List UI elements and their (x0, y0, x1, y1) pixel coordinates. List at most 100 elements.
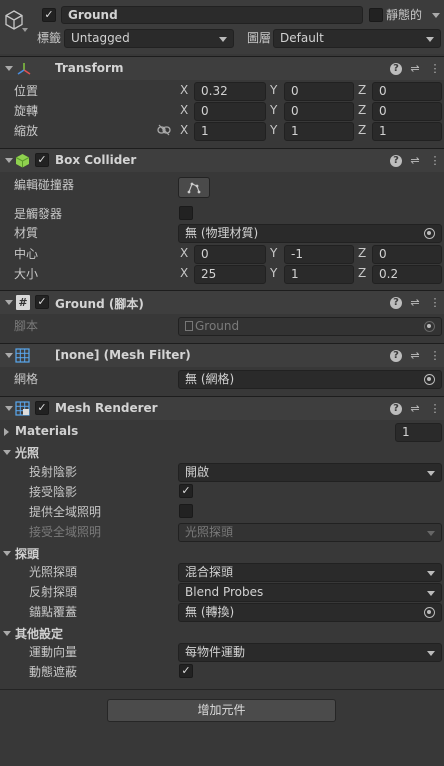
position-y-axis[interactable]: Y (270, 83, 277, 97)
position-x-field[interactable]: 0.32 (194, 82, 266, 101)
tag-dropdown[interactable]: Untagged (64, 29, 234, 48)
box-collider-enabled-checkbox[interactable]: ✓ (35, 153, 49, 167)
scale-z-field[interactable]: 1 (372, 122, 442, 141)
object-picker-icon[interactable] (424, 607, 435, 618)
collapse-icon[interactable] (5, 66, 13, 71)
link-icon[interactable] (157, 124, 171, 136)
materials-count-field[interactable]: 1 (395, 423, 442, 442)
rotation-x-field[interactable]: 0 (194, 102, 266, 121)
collapse-icon[interactable] (5, 406, 13, 411)
mesh-renderer-header[interactable]: ✓ Mesh Renderer ? ⇌ ⋮ (0, 396, 444, 420)
help-icon[interactable]: ? (390, 350, 402, 362)
center-y-axis[interactable]: Y (270, 246, 277, 260)
context-menu-icon[interactable]: ⋮ (428, 154, 442, 168)
box-collider-header[interactable]: ✓ Box Collider ? ⇌ ⋮ (0, 148, 444, 172)
rotation-x-axis[interactable]: X (180, 103, 188, 117)
help-icon[interactable]: ? (390, 63, 402, 75)
scale-x-axis[interactable]: X (180, 123, 188, 137)
static-checkbox[interactable] (369, 8, 383, 22)
scale-y-axis[interactable]: Y (270, 123, 277, 137)
position-y-field[interactable]: 0 (284, 82, 354, 101)
center-label: 中心 (14, 247, 39, 261)
add-component-button[interactable]: 增加元件 (107, 699, 336, 722)
material-field[interactable]: 無 (物理材質) (178, 224, 442, 243)
center-z-axis[interactable]: Z (358, 246, 366, 260)
dynamic-occlusion-checkbox[interactable]: ✓ (179, 664, 193, 678)
preset-icon[interactable]: ⇌ (408, 154, 422, 168)
scale-y-field[interactable]: 1 (284, 122, 354, 141)
center-x-axis[interactable]: X (180, 246, 188, 260)
scale-x-field[interactable]: 1 (194, 122, 266, 141)
center-z-field[interactable]: 0 (372, 245, 442, 264)
mesh-renderer-enabled-checkbox[interactable]: ✓ (35, 401, 49, 415)
context-menu-icon[interactable]: ⋮ (428, 62, 442, 76)
context-menu-icon[interactable]: ⋮ (428, 402, 442, 416)
additional-settings-collapse-icon[interactable] (3, 631, 11, 636)
materials-label[interactable]: Materials (15, 424, 78, 438)
transform-title: Transform (55, 61, 124, 75)
collapse-icon[interactable] (5, 300, 13, 305)
chevron-down-icon (427, 571, 435, 576)
contribute-gi-checkbox[interactable] (179, 504, 193, 518)
edit-collider-button[interactable] (178, 177, 210, 198)
help-icon[interactable]: ? (390, 403, 402, 415)
probes-collapse-icon[interactable] (3, 551, 11, 556)
gameobject-name-input[interactable]: Ground (61, 6, 363, 24)
light-probes-dropdown[interactable]: 混合探頭 (178, 563, 442, 582)
cast-shadows-label: 投射陰影 (29, 465, 78, 479)
size-x-axis[interactable]: X (180, 266, 188, 280)
mesh-field[interactable]: 無 (網格) (178, 370, 442, 389)
anchor-override-field[interactable]: 無 (轉換) (178, 603, 442, 622)
help-icon[interactable]: ? (390, 297, 402, 309)
lighting-collapse-icon[interactable] (3, 450, 11, 455)
lighting-title[interactable]: 光照 (15, 444, 39, 461)
preset-icon[interactable]: ⇌ (408, 402, 422, 416)
script-file-icon (185, 321, 193, 331)
rotation-y-axis[interactable]: Y (270, 103, 277, 117)
transform-header[interactable]: Transform ? ⇌ ⋮ (0, 56, 444, 80)
gameobject-active-checkbox[interactable]: ✓ (42, 8, 56, 22)
size-z-field[interactable]: 0.2 (372, 265, 442, 284)
size-x-field[interactable]: 25 (194, 265, 266, 284)
size-z-axis[interactable]: Z (358, 266, 366, 280)
position-z-axis[interactable]: Z (358, 83, 366, 97)
additional-settings-title[interactable]: 其他設定 (15, 625, 63, 642)
receive-shadows-checkbox[interactable]: ✓ (179, 484, 193, 498)
gameobject-icon-dropdown-icon[interactable] (22, 28, 28, 32)
center-y-field[interactable]: -1 (284, 245, 354, 264)
motion-vectors-dropdown[interactable]: 每物件運動 (178, 643, 442, 662)
position-z-field[interactable]: 0 (372, 82, 442, 101)
chevron-down-icon (427, 471, 435, 476)
scale-z-axis[interactable]: Z (358, 123, 366, 137)
scale-label: 縮放 (14, 124, 39, 138)
size-y-axis[interactable]: Y (270, 266, 277, 280)
is-trigger-checkbox[interactable] (179, 206, 193, 220)
preset-icon[interactable]: ⇌ (408, 296, 422, 310)
context-menu-icon[interactable]: ⋮ (428, 349, 442, 363)
reflection-probes-dropdown[interactable]: Blend Probes (178, 583, 442, 602)
rotation-z-field[interactable]: 0 (372, 102, 442, 121)
probes-title[interactable]: 探頭 (15, 545, 39, 562)
center-x-field[interactable]: 0 (194, 245, 266, 264)
cast-shadows-dropdown[interactable]: 開啟 (178, 463, 442, 482)
help-icon[interactable]: ? (390, 155, 402, 167)
box-collider-icon (15, 154, 30, 168)
rotation-y-field[interactable]: 0 (284, 102, 354, 121)
position-x-axis[interactable]: X (180, 83, 188, 97)
script-enabled-checkbox[interactable]: ✓ (35, 295, 49, 309)
context-menu-icon[interactable]: ⋮ (428, 296, 442, 310)
layer-dropdown[interactable]: Default (273, 29, 441, 48)
size-y-field[interactable]: 1 (284, 265, 354, 284)
mesh-filter-header[interactable]: [none] (Mesh Filter) ? ⇌ ⋮ (0, 343, 444, 367)
object-picker-icon[interactable] (424, 228, 435, 239)
preset-icon[interactable]: ⇌ (408, 349, 422, 363)
receive-gi-dropdown: 光照探頭 (178, 523, 442, 542)
script-header[interactable]: # ✓ Ground (腳本) ? ⇌ ⋮ (0, 290, 444, 314)
materials-expand-icon[interactable] (4, 428, 9, 436)
preset-icon[interactable]: ⇌ (408, 62, 422, 76)
collapse-icon[interactable] (5, 353, 13, 358)
object-picker-icon[interactable] (424, 374, 435, 385)
static-dropdown-icon[interactable] (432, 13, 440, 18)
collapse-icon[interactable] (5, 158, 13, 163)
rotation-z-axis[interactable]: Z (358, 103, 366, 117)
